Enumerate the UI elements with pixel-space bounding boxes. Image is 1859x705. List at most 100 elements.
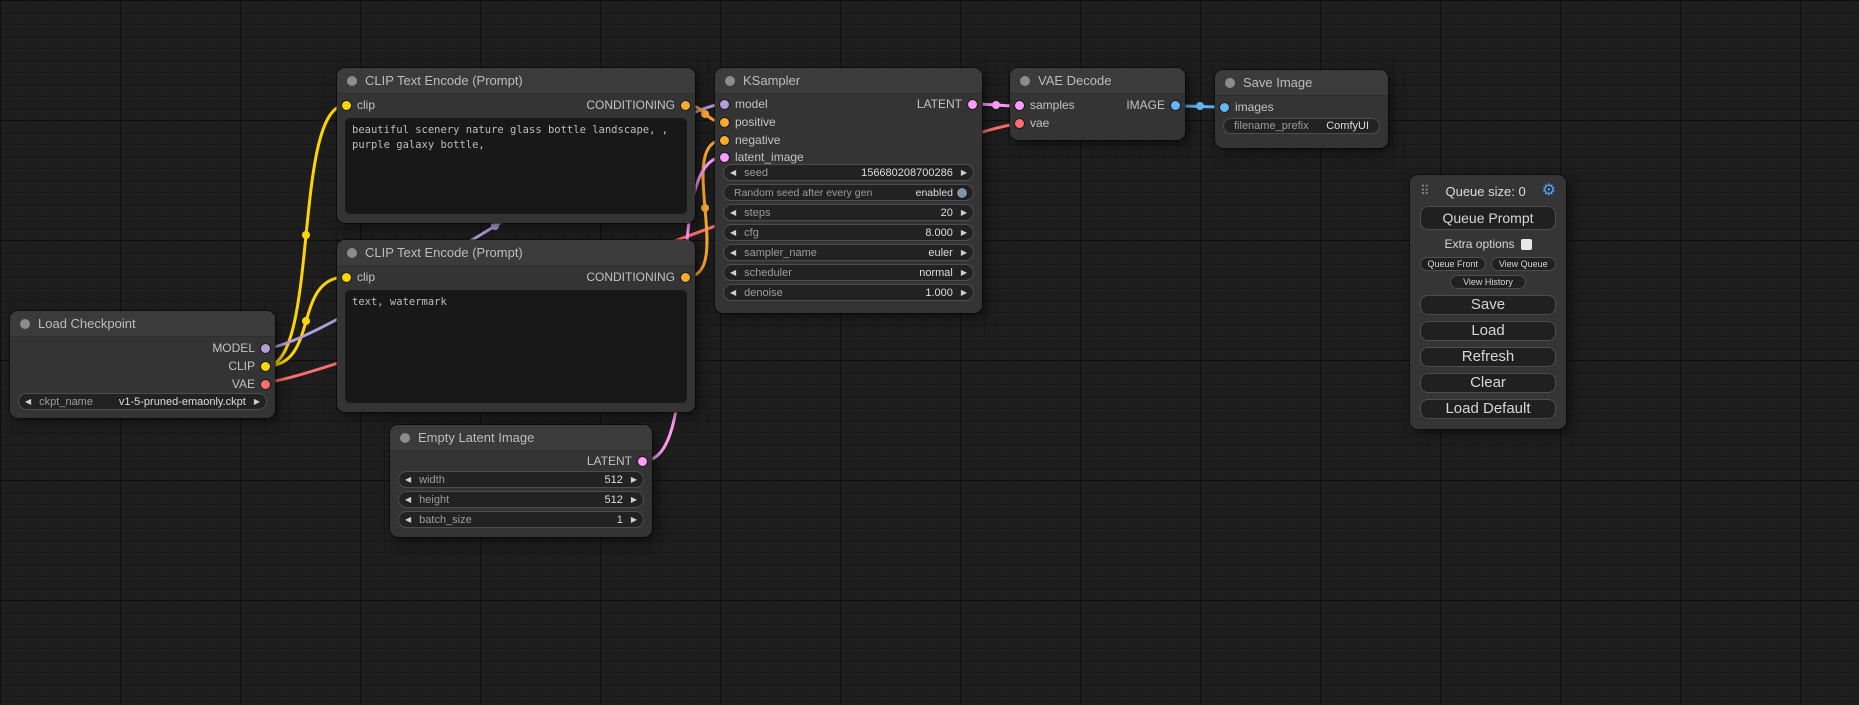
settings-gear-icon[interactable]: ⚙ [1542, 183, 1556, 199]
increment-arrow-icon[interactable]: ▶ [631, 496, 637, 504]
output-slot-image[interactable]: IMAGE [1126, 96, 1180, 114]
save-button[interactable]: Save [1420, 295, 1556, 315]
input-slot-positive[interactable]: positive [720, 113, 776, 131]
decrement-arrow-icon[interactable]: ◀ [730, 209, 736, 217]
decrement-arrow-icon[interactable]: ◀ [730, 249, 736, 257]
widget-steps[interactable]: ◀ steps 20 ▶ [723, 204, 974, 221]
widget-width[interactable]: ◀ width 512 ▶ [398, 471, 644, 488]
node-clip-text-encode-positive[interactable]: CLIP Text Encode (Prompt) clip CONDITION… [337, 68, 695, 223]
widget-scheduler[interactable]: ◀ scheduler normal ▶ [723, 264, 974, 281]
increment-arrow-icon[interactable]: ▶ [961, 169, 967, 177]
input-slot-samples[interactable]: samples [1015, 96, 1075, 114]
node-title-bar[interactable]: KSampler [715, 68, 982, 94]
decrement-arrow-icon[interactable]: ◀ [405, 476, 411, 484]
widget-random-seed-toggle[interactable]: Random seed after every gen enabled [723, 184, 974, 201]
conditioning-slot-dot[interactable] [720, 136, 729, 145]
output-slot-conditioning[interactable]: CONDITIONING [586, 268, 690, 286]
output-slot-conditioning[interactable]: CONDITIONING [586, 96, 690, 114]
input-slot-clip[interactable]: clip [342, 96, 375, 114]
drag-handle-icon[interactable]: ⠿ [1420, 183, 1430, 199]
decrement-arrow-icon[interactable]: ◀ [405, 496, 411, 504]
decrement-arrow-icon[interactable]: ◀ [730, 269, 736, 277]
increment-arrow-icon[interactable]: ▶ [631, 476, 637, 484]
increment-arrow-icon[interactable]: ▶ [961, 269, 967, 277]
widget-seed[interactable]: ◀ seed 156680208700286 ▶ [723, 164, 974, 181]
increment-arrow-icon[interactable]: ▶ [254, 398, 260, 406]
queue-prompt-button[interactable]: Queue Prompt [1420, 206, 1556, 230]
conditioning-slot-dot[interactable] [681, 101, 690, 110]
model-slot-dot[interactable] [261, 344, 270, 353]
node-title-bar[interactable]: CLIP Text Encode (Prompt) [337, 240, 695, 266]
widget-filename-prefix[interactable]: filename_prefix ComfyUI [1223, 118, 1380, 134]
output-slot-latent[interactable]: LATENT [917, 95, 977, 113]
clear-button[interactable]: Clear [1420, 373, 1556, 393]
widget-cfg[interactable]: ◀ cfg 8.000 ▶ [723, 224, 974, 241]
input-slot-clip[interactable]: clip [342, 268, 375, 286]
node-ksampler[interactable]: KSampler model LATENT positive negative … [715, 68, 982, 313]
node-load-checkpoint[interactable]: Load Checkpoint MODEL CLIP VAE ◀ ckpt_na… [10, 311, 275, 418]
negative-prompt-textarea[interactable]: text, watermark [345, 290, 687, 403]
increment-arrow-icon[interactable]: ▶ [961, 249, 967, 257]
node-empty-latent-image[interactable]: Empty Latent Image LATENT ◀ width 512 ▶ … [390, 425, 652, 537]
input-slot-images[interactable]: images [1220, 98, 1274, 116]
collapse-dot-icon[interactable] [725, 76, 735, 86]
node-clip-text-encode-negative[interactable]: CLIP Text Encode (Prompt) clip CONDITION… [337, 240, 695, 412]
increment-arrow-icon[interactable]: ▶ [961, 289, 967, 297]
input-slot-model[interactable]: model [720, 95, 768, 113]
widget-denoise[interactable]: ◀ denoise 1.000 ▶ [723, 284, 974, 301]
node-title-bar[interactable]: Save Image [1215, 70, 1388, 96]
widget-sampler-name[interactable]: ◀ sampler_name euler ▶ [723, 244, 974, 261]
image-slot-dot[interactable] [1220, 103, 1229, 112]
model-slot-dot[interactable] [720, 100, 729, 109]
latent-slot-dot[interactable] [638, 457, 647, 466]
refresh-button[interactable]: Refresh [1420, 347, 1556, 367]
clip-slot-dot[interactable] [342, 101, 351, 110]
conditioning-slot-dot[interactable] [681, 273, 690, 282]
collapse-dot-icon[interactable] [1225, 78, 1235, 88]
collapse-dot-icon[interactable] [347, 76, 357, 86]
latent-slot-dot[interactable] [968, 100, 977, 109]
latent-slot-dot[interactable] [1015, 101, 1024, 110]
decrement-arrow-icon[interactable]: ◀ [405, 516, 411, 524]
node-vae-decode[interactable]: VAE Decode samples IMAGE vae [1010, 68, 1185, 140]
load-default-button[interactable]: Load Default [1420, 399, 1556, 419]
comfyui-canvas[interactable]: { "colors": { "MODEL": "#B39DDB", "CLIP"… [0, 0, 1859, 705]
clip-slot-dot[interactable] [261, 362, 270, 371]
latent-slot-dot[interactable] [720, 153, 729, 162]
clip-slot-dot[interactable] [342, 273, 351, 282]
increment-arrow-icon[interactable]: ▶ [631, 516, 637, 524]
increment-arrow-icon[interactable]: ▶ [961, 209, 967, 217]
image-slot-dot[interactable] [1171, 101, 1180, 110]
decrement-arrow-icon[interactable]: ◀ [730, 169, 736, 177]
queue-front-button[interactable]: Queue Front [1420, 257, 1486, 271]
node-title-bar[interactable]: Load Checkpoint [10, 311, 275, 337]
conditioning-slot-dot[interactable] [720, 118, 729, 127]
vae-slot-dot[interactable] [1015, 119, 1024, 128]
widget-height[interactable]: ◀ height 512 ▶ [398, 491, 644, 508]
extra-options-checkbox[interactable] [1521, 239, 1532, 250]
node-save-image[interactable]: Save Image images filename_prefix ComfyU… [1215, 70, 1388, 148]
view-queue-button[interactable]: View Queue [1491, 257, 1557, 271]
positive-prompt-textarea[interactable]: beautiful scenery nature glass bottle la… [345, 118, 687, 214]
input-slot-negative[interactable]: negative [720, 131, 780, 149]
widget-batch-size[interactable]: ◀ batch_size 1 ▶ [398, 511, 644, 528]
node-title-bar[interactable]: CLIP Text Encode (Prompt) [337, 68, 695, 94]
increment-arrow-icon[interactable]: ▶ [961, 229, 967, 237]
collapse-dot-icon[interactable] [347, 248, 357, 258]
collapse-dot-icon[interactable] [1020, 76, 1030, 86]
collapse-dot-icon[interactable] [20, 319, 30, 329]
widget-ckpt-name[interactable]: ◀ ckpt_name v1-5-pruned-emaonly.ckpt ▶ [18, 393, 267, 410]
view-history-button[interactable]: View History [1450, 275, 1526, 289]
input-slot-vae[interactable]: vae [1015, 114, 1049, 132]
decrement-arrow-icon[interactable]: ◀ [730, 289, 736, 297]
node-title-bar[interactable]: Empty Latent Image [390, 425, 652, 451]
vae-slot-dot[interactable] [261, 380, 270, 389]
output-slot-clip[interactable]: CLIP [228, 357, 270, 375]
output-slot-vae[interactable]: VAE [232, 375, 270, 393]
decrement-arrow-icon[interactable]: ◀ [730, 229, 736, 237]
output-slot-latent[interactable]: LATENT [587, 452, 647, 470]
load-button[interactable]: Load [1420, 321, 1556, 341]
toggle-knob-icon[interactable] [957, 188, 967, 198]
output-slot-model[interactable]: MODEL [212, 339, 270, 357]
collapse-dot-icon[interactable] [400, 433, 410, 443]
